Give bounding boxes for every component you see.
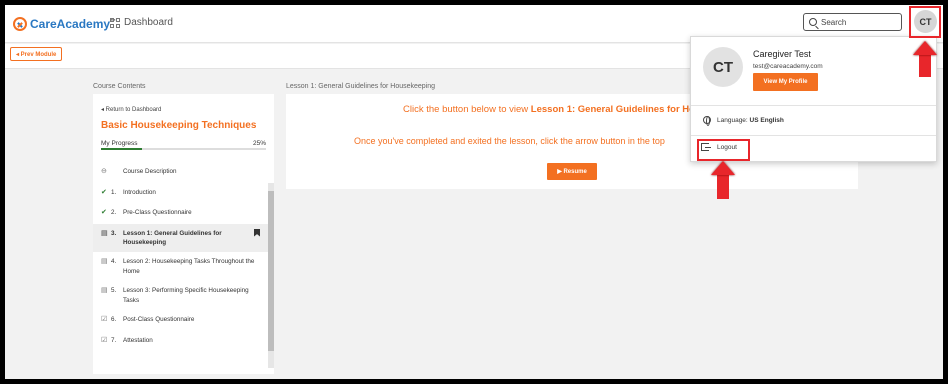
instruction-prefix: Click the button below to view [403, 104, 531, 115]
view-profile-button[interactable]: View My Profile [753, 73, 818, 91]
resume-button[interactable]: ▶ Resume [547, 163, 597, 180]
course-contents-label: Course Contents [93, 83, 146, 90]
logo-text: CareAcademy [30, 17, 111, 31]
logo-icon [13, 17, 27, 31]
check-icon: ✔ [101, 188, 107, 196]
dashboard-grid-icon [110, 17, 120, 28]
profile-avatar: CT [703, 47, 743, 87]
sidebar-item-number: 3. [111, 229, 117, 237]
sidebar-item-number: 5. [111, 287, 117, 295]
arrow-up-icon [913, 41, 937, 77]
checkbox-icon: ☑ [101, 316, 108, 324]
sidebar-item[interactable]: ☑ 7. Attestation [93, 331, 268, 352]
instruction-lesson-name: Lesson 1: General Guidelines for Hou [530, 104, 701, 115]
scrollbar-thumb[interactable] [268, 191, 274, 351]
progress-percent: 25% [252, 140, 266, 147]
sidebar-item[interactable]: ▤ 5. Lesson 3: Performing Specific Houseke… [93, 281, 268, 310]
careacademy-logo[interactable]: CareAcademy™ [13, 14, 116, 34]
info-icon: ⊖ [101, 168, 107, 175]
sidebar-item-label: Introduction [123, 188, 156, 196]
sidebar-item[interactable]: ⊖ Course Description [93, 162, 268, 183]
dashboard-link[interactable]: Dashboard [110, 17, 173, 28]
sidebar-item-number: 4. [111, 258, 117, 266]
sidebar-item-label: Attestation [123, 336, 153, 344]
language-label: Language: [717, 116, 748, 124]
lesson-icon: ▤ [101, 229, 108, 237]
checkbox-icon: ☑ [101, 336, 108, 344]
sidebar-item[interactable]: ✔ 1. Introduction [93, 183, 268, 204]
progress-bar [101, 148, 266, 150]
prev-module-button[interactable]: ◂ Prev Module [10, 47, 63, 61]
sidebar-item-number: 6. [111, 316, 117, 324]
user-name: Caregiver Test [753, 49, 811, 59]
avatar-highlight-box [909, 6, 941, 38]
lesson-exit-instruction: Once you've completed and exited the les… [354, 136, 665, 146]
sidebar-item[interactable]: ✔ 2. Pre-Class Questionnaire [93, 203, 268, 224]
search-placeholder: Search [821, 17, 847, 27]
course-sidebar: ◂ Return to Dashboard Basic Housekeeping… [93, 94, 274, 374]
user-email: test@careacademy.com [753, 63, 823, 70]
lesson-icon: ▤ [101, 258, 108, 266]
sidebar-item-label: Course Description [123, 168, 177, 175]
menu-divider [691, 135, 936, 136]
sidebar-item-number: 7. [111, 336, 117, 344]
sidebar-item-number: 1. [111, 188, 117, 196]
dashboard-label: Dashboard [124, 17, 173, 28]
lesson-heading: Lesson 1: General Guidelines for Houseke… [286, 83, 436, 90]
sidebar-item-label: Lesson 1: General Guidelines for Houseke… [123, 229, 222, 246]
language-selector[interactable]: Language: US English [703, 116, 784, 126]
bookmark-icon[interactable] [254, 228, 260, 237]
sidebar-item-label: Pre-Class Questionnaire [123, 209, 192, 216]
globe-icon [703, 116, 711, 126]
lesson-instruction: Click the button below to view Lesson 1:… [403, 104, 701, 115]
return-to-dashboard-link[interactable]: ◂ Return to Dashboard [101, 106, 161, 113]
progress-label: My Progress [101, 140, 138, 147]
sidebar-item-label: Lesson 2: Housekeeping Tasks Throughout … [123, 258, 255, 275]
logout-highlight-box [697, 139, 750, 161]
search-input[interactable]: Search [803, 13, 902, 31]
sidebar-item-label: Lesson 3: Performing Specific Housekeepi… [123, 287, 249, 304]
lesson-list: ⊖ Course Description ✔ 1. Introduction ✔ 2. Pre… [93, 162, 268, 351]
check-icon: ✔ [101, 209, 107, 216]
sidebar-item[interactable]: ▤ 3. Lesson 1: General Guidelines for Hous… [93, 223, 268, 253]
arrow-up-icon [711, 161, 735, 199]
course-title: Basic Housekeeping Techniques [101, 120, 257, 131]
app-window: CareAcademy™ Dashboard Search CT ◂ Prev … [5, 5, 943, 379]
sidebar-scrollbar[interactable] [268, 183, 274, 368]
menu-divider [691, 105, 936, 106]
sidebar-item[interactable]: ▤ 4. Lesson 2: Housekeeping Tasks Througho… [93, 252, 268, 281]
sidebar-item-number: 2. [111, 209, 117, 216]
language-value: US English [749, 116, 784, 124]
lesson-icon: ▤ [101, 287, 108, 295]
progress-bar-fill [101, 148, 143, 150]
sidebar-item-label: Post-Class Questionnaire [123, 316, 195, 324]
sidebar-item[interactable]: ☑ 6. Post-Class Questionnaire [93, 310, 268, 331]
search-icon [809, 18, 817, 26]
